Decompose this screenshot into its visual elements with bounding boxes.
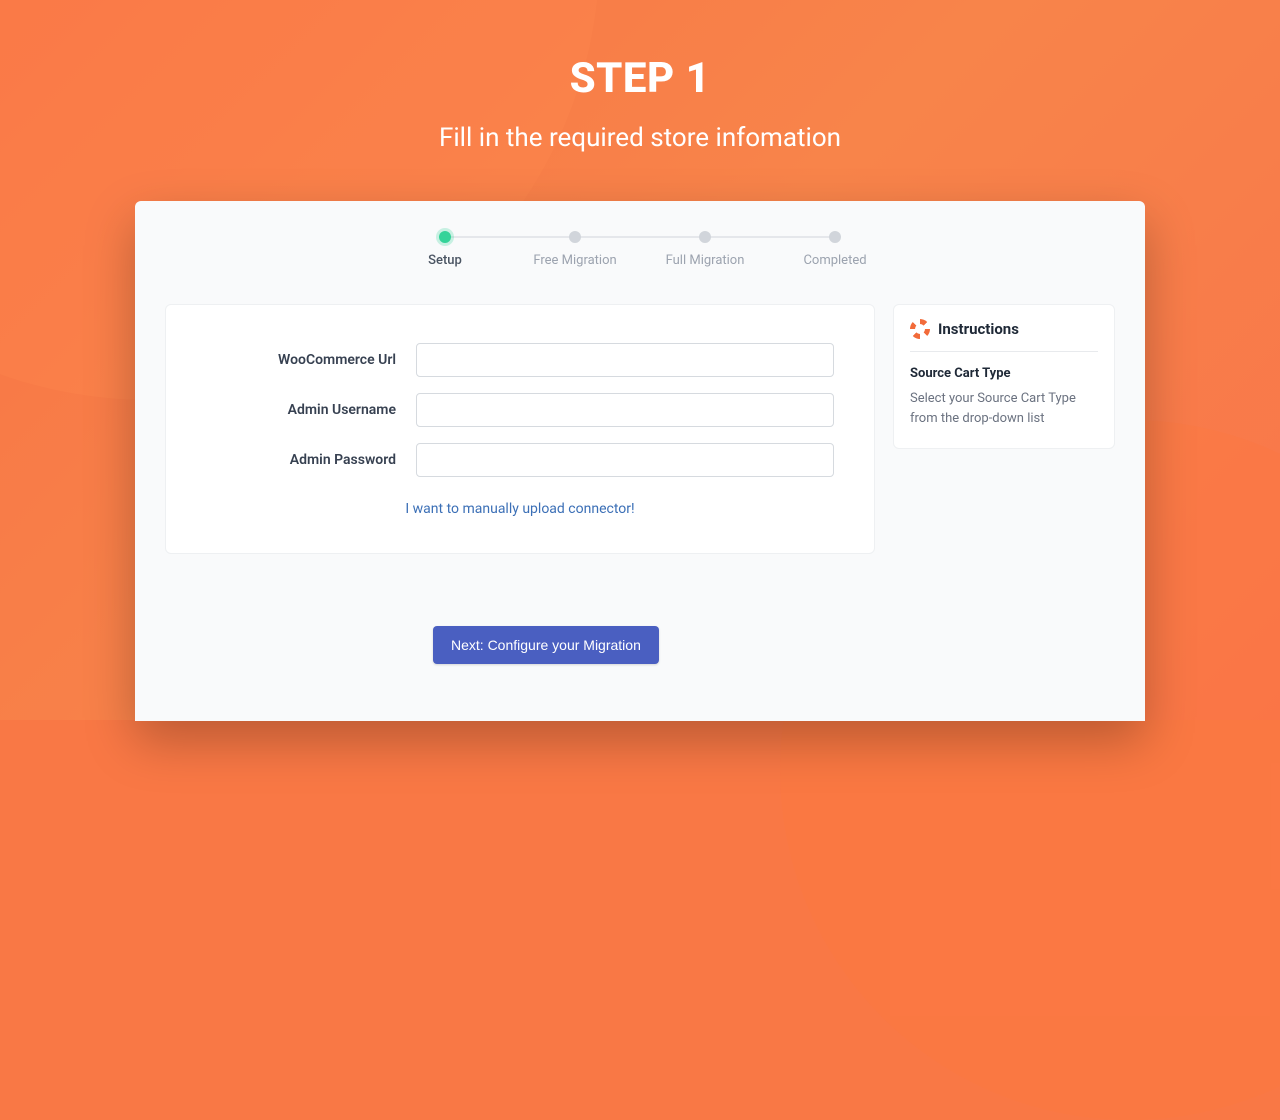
step-dot — [569, 231, 581, 243]
url-input[interactable] — [416, 343, 834, 377]
username-input[interactable] — [416, 393, 834, 427]
progress-stepper: Setup Free Migration Full Migration Comp… — [380, 231, 900, 268]
setup-form-card: WooCommerce Url Admin Username Admin Pas… — [165, 304, 875, 554]
step-label: Full Migration — [666, 253, 745, 268]
password-input[interactable] — [416, 443, 834, 477]
step-title: STEP 1 — [0, 54, 1280, 103]
step-label: Setup — [428, 253, 462, 268]
form-row-password: Admin Password — [206, 443, 834, 477]
step-dot — [699, 231, 711, 243]
step-label: Completed — [803, 253, 866, 268]
manual-upload-link[interactable]: I want to manually upload connector! — [405, 501, 634, 517]
lifebuoy-icon — [910, 319, 930, 339]
instructions-title: Instructions — [938, 320, 1019, 338]
content-row: WooCommerce Url Admin Username Admin Pas… — [165, 304, 1115, 554]
step-dot-active — [439, 231, 451, 243]
step-label: Free Migration — [533, 253, 616, 268]
step-subtitle: Fill in the required store infomation — [0, 123, 1280, 153]
instructions-heading: Source Cart Type — [910, 366, 1098, 381]
url-label: WooCommerce Url — [206, 352, 416, 368]
password-label: Admin Password — [206, 452, 416, 468]
form-row-username: Admin Username — [206, 393, 834, 427]
step-dot — [829, 231, 841, 243]
username-label: Admin Username — [206, 402, 416, 418]
step-setup: Setup — [380, 231, 510, 268]
hero-header: STEP 1 Fill in the required store infoma… — [0, 0, 1280, 153]
instructions-body: Select your Source Cart Type from the dr… — [910, 389, 1098, 428]
form-row-url: WooCommerce Url — [206, 343, 834, 377]
manual-upload-row: I want to manually upload connector! — [206, 501, 834, 517]
instructions-title-row: Instructions — [910, 319, 1098, 352]
instructions-card: Instructions Source Cart Type Select you… — [893, 304, 1115, 449]
next-button[interactable]: Next: Configure your Migration — [433, 626, 659, 664]
main-panel: Setup Free Migration Full Migration Comp… — [135, 201, 1145, 721]
